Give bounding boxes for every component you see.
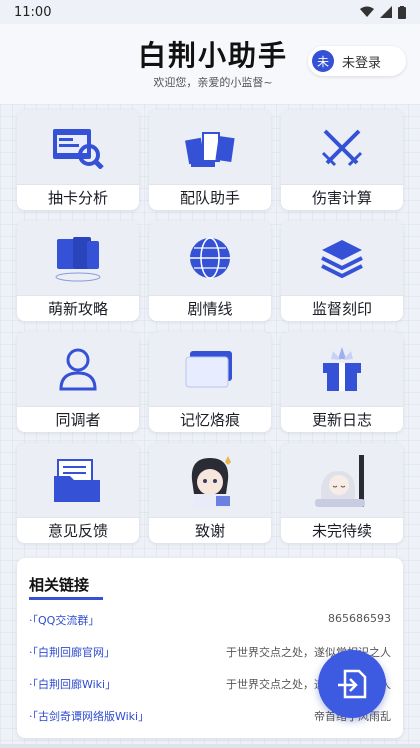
link-name[interactable]: ·「QQ交流群」 <box>29 612 99 628</box>
welcome-text: 欢迎您，亲爱的小监督~ <box>153 76 273 89</box>
link-name[interactable]: ·「白荆回廊官网」 <box>29 644 115 660</box>
tile-label: 伤害计算 <box>281 184 403 210</box>
tile-label: 同调者 <box>17 406 139 432</box>
crossed-swords-icon <box>281 110 403 184</box>
tile-beginner-guide[interactable]: 萌新攻略 <box>17 221 139 321</box>
link-name[interactable]: ·「白荆回廊Wiki」 <box>29 676 116 692</box>
tile-memory-traces[interactable]: 记忆烙痕 <box>149 332 271 432</box>
tile-label: 萌新攻略 <box>17 295 139 321</box>
tile-damage-calc[interactable]: 伤害计算 <box>281 110 403 210</box>
tile-label: 未完待续 <box>281 517 403 543</box>
tile-update-log[interactable]: 更新日志 <box>281 332 403 432</box>
link-name[interactable]: ·「古剑奇谭网络版Wiki」 <box>29 708 149 724</box>
cards-icon <box>149 332 271 406</box>
tile-label: 意见反馈 <box>17 517 139 543</box>
export-fab-button[interactable] <box>318 650 386 718</box>
status-time: 11:00 <box>14 4 52 20</box>
character-portrait-icon <box>149 443 271 517</box>
tile-acknowledgements[interactable]: 致谢 <box>149 443 271 543</box>
tile-synchronizers[interactable]: 同调者 <box>17 332 139 432</box>
related-links-title: 相关链接 <box>29 576 90 594</box>
tile-label: 监督刻印 <box>281 295 403 321</box>
gift-box-icon <box>281 332 403 406</box>
link-desc: 865686593 <box>328 612 391 625</box>
tile-storyline[interactable]: 剧情线 <box>149 221 271 321</box>
tile-gacha-analysis[interactable]: 抽卡分析 <box>17 110 139 210</box>
globe-icon <box>149 221 271 295</box>
signal-icon <box>380 6 392 18</box>
app-title: 白荆小助手 <box>138 39 289 72</box>
tile-label: 更新日志 <box>281 406 403 432</box>
books-icon <box>17 221 139 295</box>
export-icon <box>338 669 367 699</box>
team-builder-icon <box>149 110 271 184</box>
tile-label: 记忆烙痕 <box>149 406 271 432</box>
folder-icon <box>17 443 139 517</box>
link-row[interactable]: ·「QQ交流群」 865686593 <box>29 612 391 630</box>
tile-to-be-continued[interactable]: 未完待续 <box>281 443 403 543</box>
title-underline <box>29 597 103 600</box>
tile-feedback[interactable]: 意见反馈 <box>17 443 139 543</box>
person-icon <box>17 332 139 406</box>
login-label: 未登录 <box>342 55 382 71</box>
status-bar: 11:00 <box>0 0 420 24</box>
tile-supervisor-imprint[interactable]: 监督刻印 <box>281 221 403 321</box>
tile-label: 抽卡分析 <box>17 184 139 210</box>
card-analysis-icon <box>17 110 139 184</box>
bottom-edge <box>0 744 420 748</box>
avatar: 未 <box>312 50 334 72</box>
tile-label: 致谢 <box>149 517 271 543</box>
layers-icon <box>281 221 403 295</box>
tile-team-builder[interactable]: 配队助手 <box>149 110 271 210</box>
wifi-icon <box>360 6 374 17</box>
app-header: 白荆小助手 欢迎您，亲爱的小监督~ 未 未登录 <box>0 24 420 104</box>
character-sleeping-icon <box>281 443 403 517</box>
status-icons <box>360 5 406 19</box>
tile-label: 配队助手 <box>149 184 271 210</box>
login-button[interactable]: 未 未登录 <box>308 46 406 76</box>
tile-label: 剧情线 <box>149 295 271 321</box>
battery-icon <box>398 5 406 19</box>
